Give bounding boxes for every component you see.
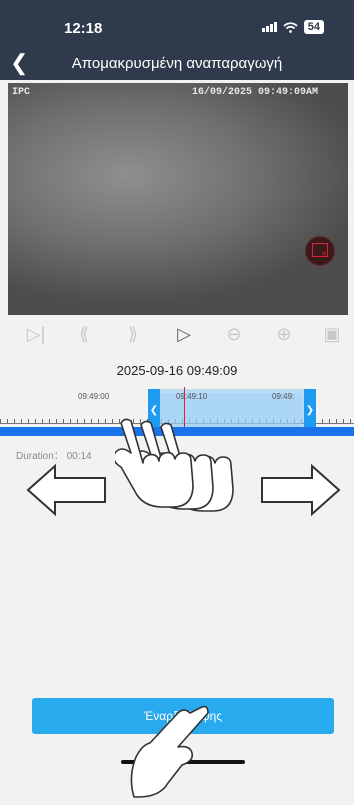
play-icon[interactable]: ▷	[172, 322, 196, 346]
playback-controls: ▷| ⟪ ⟫ ▷ ⊖ ⊕ ▣	[0, 322, 354, 350]
header: 12:18 54 ❮ Απομακρυσμένη αναπαραγωγή	[0, 0, 354, 80]
app-screen: 12:18 54 ❮ Απομακρυσμένη αναπαραγωγή IPC…	[0, 0, 354, 805]
duration-label: Duration： 00:14	[16, 451, 92, 462]
arrow-left-icon	[26, 463, 106, 517]
fast-forward-icon[interactable]: ⟫	[121, 322, 145, 346]
skip-start-icon[interactable]: ▷|	[24, 322, 48, 346]
arrow-right-icon	[261, 463, 341, 517]
hand-tap-icon	[130, 705, 209, 798]
hand-swipe-icon	[115, 418, 234, 512]
screenshot-icon[interactable]: ▣	[320, 322, 344, 346]
rewind-icon[interactable]: ⟪	[72, 322, 96, 346]
timeline-label: 09:49:10	[176, 392, 208, 401]
page-title: Απομακρυσμένη αναπαραγωγή	[71, 55, 283, 72]
playback-datetime: 2025-09-16 09:49:09	[116, 363, 238, 378]
battery-icon: 54	[303, 20, 324, 34]
timeline-label: 09:49:00	[78, 392, 110, 401]
osd-camera-label: IPC	[12, 87, 31, 98]
next-icon[interactable]: ⊕	[272, 322, 296, 346]
status-time: 12:18	[64, 20, 103, 37]
video-player[interactable]: IPC 16/09/2025 09:49:09AM	[8, 83, 348, 315]
previous-icon[interactable]: ⊖	[222, 322, 246, 346]
signal-icon	[261, 22, 277, 32]
clip-frame	[312, 243, 328, 258]
osd-timestamp: 16/09/2025 09:49:09AM	[192, 87, 319, 98]
wifi-icon	[283, 21, 298, 33]
timeline-label: 09:49:	[272, 392, 295, 401]
status-icons: 54	[261, 20, 324, 34]
record-clip-icon[interactable]	[305, 236, 335, 266]
